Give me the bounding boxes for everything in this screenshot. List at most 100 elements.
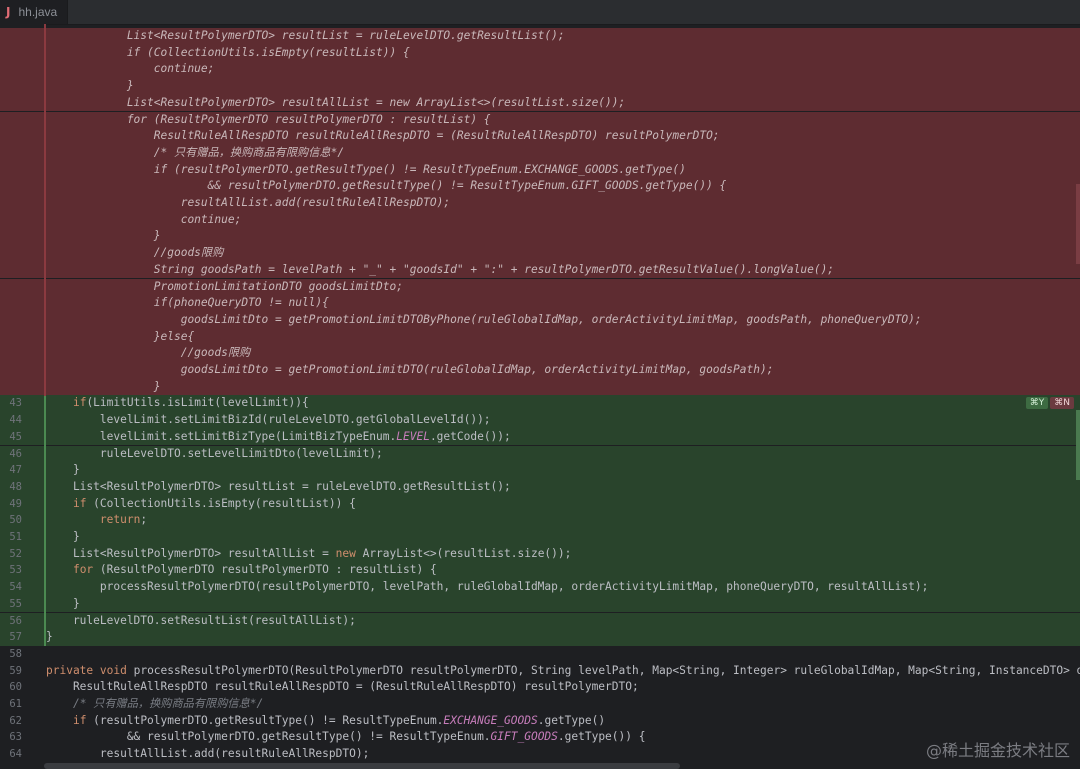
added-line: 49 if (CollectionUtils.isEmpty(resultLis… — [0, 495, 1080, 513]
removed-line: goodsLimitDto = getPromotionLimitDTO(rul… — [0, 362, 1080, 379]
added-line: 54 processResultPolymerDTO(resultPolymer… — [0, 579, 1080, 596]
code-line: 64 resultAllList.add(resultRuleAllRespDT… — [0, 746, 1080, 763]
code-text: } — [46, 463, 80, 477]
horizontal-scrollbar[interactable] — [44, 763, 680, 769]
line-number: 51 — [9, 531, 22, 543]
line-number: 54 — [9, 581, 22, 594]
code-text: }else{ — [46, 329, 195, 343]
added-line: 57} — [0, 629, 1080, 646]
removed-line: //goods限购 — [0, 245, 1080, 262]
editor-tab-bar: J hh.java — [0, 0, 1080, 25]
code-text: for (ResultPolymerDTO resultPolymerDTO :… — [72, 563, 437, 577]
scrollbar-removed-marker — [1076, 184, 1080, 264]
line-number: 56 — [9, 614, 22, 627]
line-number: 63 — [9, 731, 22, 744]
line-number: 48 — [9, 480, 22, 493]
code-line: 60 ResultRuleAllRespDTO resultRuleAllRes… — [0, 679, 1080, 696]
removed-line: continue; — [0, 211, 1080, 229]
line-number: 49 — [9, 497, 22, 510]
code-text: List<ResultPolymerDTO> resultAllList = n… — [46, 95, 626, 109]
code-line: 61 /* 只有赠品，换购商品有限购信息*/ — [0, 696, 1080, 713]
code-text: if(LimitUtils.isLimit(levelLimit)){ — [72, 396, 309, 410]
code-text: ruleLevelDTO.setResultList(resultAllList… — [46, 613, 356, 627]
code-text: goodsLimitDto = getPromotionLimitDTOByPh… — [46, 312, 922, 326]
code-text: processResultPolymerDTO(resultPolymerDTO… — [46, 580, 929, 594]
removed-line: }else{ — [0, 328, 1080, 346]
added-line: 51 } — [0, 529, 1080, 546]
code-text: for (ResultPolymerDTO resultPolymerDTO :… — [46, 112, 491, 126]
code-text: //goods限购 — [46, 246, 224, 260]
added-change-marker — [44, 396, 46, 646]
added-line: 56 ruleLevelDTO.setResultList(resultAllL… — [0, 612, 1080, 630]
added-line: 50 return; — [0, 512, 1080, 529]
removed-line: List<ResultPolymerDTO> resultList = rule… — [0, 28, 1080, 45]
code-text: List<ResultPolymerDTO> resultList = rule… — [46, 29, 565, 42]
line-number: 59 — [9, 664, 22, 677]
line-number: 58 — [9, 647, 22, 660]
line-number: 53 — [9, 564, 22, 577]
line-number: 62 — [9, 714, 22, 727]
code-text: //goods限购 — [46, 346, 251, 360]
code-text: if (CollectionUtils.isEmpty(resultList))… — [72, 496, 356, 510]
file-tab[interactable]: J hh.java — [0, 0, 69, 24]
reject-shortcut-badge[interactable]: ⌘N — [1050, 397, 1074, 409]
added-line: 52 List<ResultPolymerDTO> resultAllList … — [0, 545, 1080, 563]
code-text: && resultPolymerDTO.getResultType() != R… — [46, 179, 727, 193]
removed-line: //goods限购 — [0, 345, 1080, 362]
code-text: } — [46, 229, 161, 243]
diff-actions: ⌘Y ⌘N — [1025, 397, 1074, 409]
code-text: goodsLimitDto = getPromotionLimitDTO(rul… — [46, 363, 774, 376]
code-text: if(phoneQueryDTO != null){ — [46, 296, 329, 310]
removed-line: resultAllList.add(resultRuleAllRespDTO); — [0, 195, 1080, 212]
removed-line: && resultPolymerDTO.getResultType() != R… — [0, 178, 1080, 195]
removed-line: /* 只有赠品，换购商品有限购信息*/ — [0, 144, 1080, 162]
added-line: 44 levelLimit.setLimitBizId(ruleLevelDTO… — [0, 412, 1080, 429]
removed-line: for (ResultPolymerDTO resultPolymerDTO :… — [0, 111, 1080, 129]
removed-line: } — [0, 78, 1080, 95]
removed-line: if (CollectionUtils.isEmpty(resultList))… — [0, 44, 1080, 62]
code-line: 58 — [0, 646, 1080, 663]
code-text: continue; — [46, 62, 215, 76]
code-text: return; — [99, 513, 148, 527]
code-text: } — [46, 530, 80, 543]
code-text: } — [46, 379, 161, 393]
line-number: 57 — [9, 631, 22, 644]
line-number: 44 — [9, 414, 22, 427]
code-text: List<ResultPolymerDTO> resultList = rule… — [46, 479, 511, 493]
line-number: 64 — [9, 748, 22, 761]
code-text: if (resultPolymerDTO.getResultType() != … — [46, 162, 686, 176]
code-text: levelLimit.setLimitBizType(LimitBizTypeE… — [46, 429, 511, 443]
file-tab-label: hh.java — [18, 5, 58, 19]
code-text: /* 只有赠品，换购商品有限购信息*/ — [72, 697, 264, 710]
line-number: 46 — [9, 447, 22, 460]
code-line: 59 private void processResultPolymerDTO(R… — [0, 663, 1080, 680]
line-number: 52 — [9, 547, 22, 560]
line-number: 61 — [9, 698, 22, 710]
code-text: levelLimit.setLimitBizId(ruleLevelDTO.ge… — [46, 413, 491, 427]
accept-shortcut-badge[interactable]: ⌘Y — [1025, 397, 1049, 409]
removed-line: } — [0, 378, 1080, 396]
line-number: 50 — [9, 514, 22, 527]
added-line: 46 ruleLevelDTO.setLevelLimitDto(levelLi… — [0, 445, 1080, 463]
java-file-icon: J — [6, 5, 11, 19]
line-number: 43 — [9, 397, 22, 410]
code-text: ResultRuleAllRespDTO resultRuleAllRespDT… — [46, 680, 639, 694]
code-text: } — [46, 596, 80, 610]
code-text: ruleLevelDTO.setLevelLimitDto(levelLimit… — [46, 446, 383, 460]
removed-change-marker — [44, 24, 46, 396]
removed-line: } — [0, 228, 1080, 246]
code-text: continue; — [46, 212, 242, 226]
code-line: 63 && resultPolymerDTO.getResultType() !… — [0, 729, 1080, 746]
code-text: resultAllList.add(resultRuleAllRespDTO); — [46, 196, 451, 209]
code-text: if (CollectionUtils.isEmpty(resultList))… — [46, 45, 410, 59]
watermark: @稀土掘金技术社区 — [925, 741, 1070, 760]
removed-line: if(phoneQueryDTO != null){ — [0, 295, 1080, 312]
removed-line: if (resultPolymerDTO.getResultType() != … — [0, 161, 1080, 179]
removed-line: continue; — [0, 61, 1080, 79]
code-text: ResultRuleAllRespDTO resultRuleAllRespDT… — [46, 129, 720, 143]
code-text: resultAllList.add(resultRuleAllRespDTO); — [46, 747, 370, 761]
code-editor[interactable]: List<ResultPolymerDTO> resultList = rule… — [0, 24, 1080, 769]
code-text: /* 只有赠品，换购商品有限购信息*/ — [46, 145, 345, 159]
line-number: 60 — [9, 681, 22, 694]
line-number: 55 — [9, 597, 22, 610]
